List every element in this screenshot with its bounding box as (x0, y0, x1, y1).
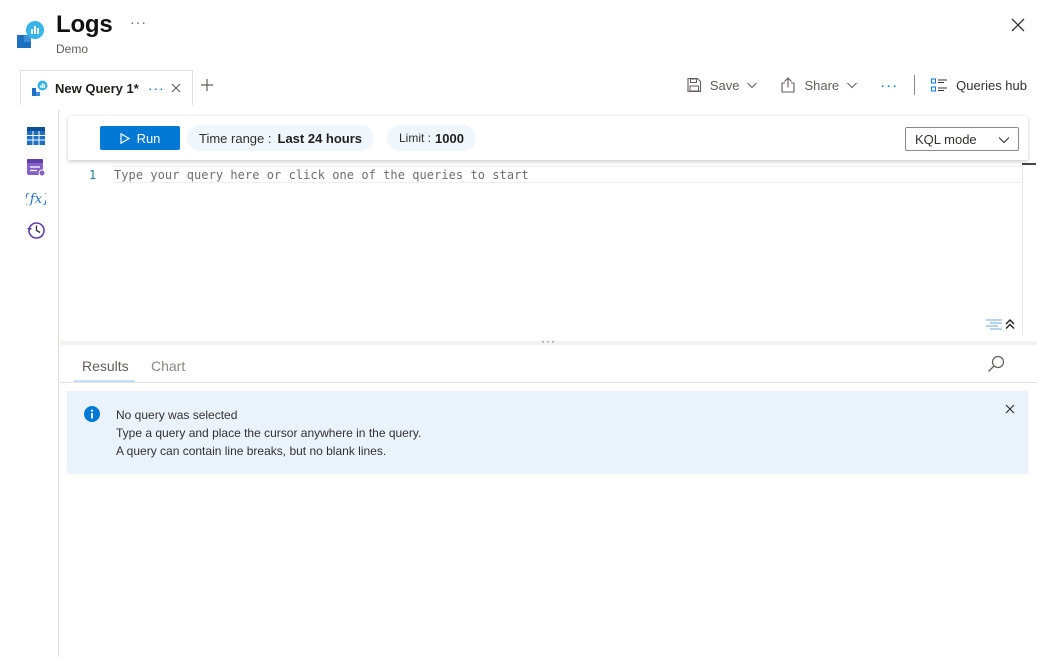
time-range-value: Last 24 hours (277, 130, 363, 146)
info-line: Type a query and place the cursor anywhe… (116, 426, 422, 440)
save-icon (687, 77, 701, 93)
save-label: Save (709, 77, 740, 93)
queries-hub-icon (931, 78, 948, 91)
page-title: Logs (56, 11, 113, 38)
queries-hub-label: Queries hub (956, 77, 1027, 93)
active-tab-indicator (74, 380, 135, 382)
close-icon[interactable] (1005, 404, 1015, 414)
query-command-bar: Run Time range : Last 24 hours Limit : 1… (68, 116, 1028, 160)
tables-icon[interactable] (26, 126, 46, 146)
limit-value: 1000 (435, 130, 464, 146)
overview-ruler-marker (1022, 163, 1036, 165)
page-subtitle: Demo (56, 42, 89, 56)
svg-text:{fx}: {fx} (26, 192, 46, 207)
log-analytics-icon (17, 21, 44, 48)
line-number: 1 (89, 168, 97, 182)
editor-scrollbar[interactable] (1022, 160, 1023, 335)
queries-hub-button[interactable]: Queries hub (931, 78, 1027, 93)
time-range-prefix: Time range : (199, 130, 272, 146)
share-icon (781, 77, 796, 93)
save-button[interactable]: Save (686, 77, 759, 93)
close-icon[interactable] (1009, 16, 1027, 34)
run-label: Run (136, 130, 161, 146)
editor-corner-controls (985, 318, 1015, 330)
queries-icon[interactable] (26, 157, 46, 177)
chevron-down-icon (747, 82, 758, 89)
info-message-bar: No query was selected Type a query and p… (67, 391, 1028, 474)
title-more-button[interactable]: ··· (130, 14, 147, 30)
tab-results[interactable]: Results (82, 358, 129, 374)
add-tab-icon[interactable] (200, 78, 214, 92)
left-rail: {fx} (0, 110, 59, 657)
limit-picker[interactable]: Limit : 1000 (387, 125, 476, 151)
tab-close-icon[interactable] (171, 83, 181, 93)
info-title: No query was selected (116, 408, 238, 422)
info-line: A query can contain line breaks, but no … (116, 444, 387, 458)
kql-mode-value: KQL mode (915, 131, 977, 147)
kql-mode-dropdown[interactable]: KQL mode (905, 127, 1019, 151)
toolbar-divider (914, 75, 916, 95)
tab-label: New Query 1* (55, 80, 139, 96)
query-tab-icon (32, 80, 48, 96)
collapse-editor-icon[interactable] (1005, 318, 1015, 330)
limit-prefix: Limit : (399, 131, 432, 145)
format-query-icon[interactable] (985, 318, 1003, 330)
time-range-picker[interactable]: Time range : Last 24 hours (187, 125, 375, 151)
share-button[interactable]: Share (780, 77, 858, 93)
run-button[interactable]: Run (100, 126, 180, 150)
functions-icon[interactable]: {fx} (26, 188, 46, 208)
query-editor-area: Run Time range : Last 24 hours Limit : 1… (60, 110, 1037, 342)
history-icon[interactable] (26, 220, 46, 240)
tab-new-query-1[interactable]: New Query 1* ··· (20, 70, 193, 106)
tab-more-button[interactable]: ··· (148, 80, 165, 96)
chevron-down-icon (847, 82, 858, 89)
info-icon (84, 406, 100, 422)
play-icon (119, 132, 130, 144)
share-label: Share (804, 77, 840, 93)
tab-chart[interactable]: Chart (151, 358, 185, 374)
query-toolbar: Save Share ··· Queries hub (686, 74, 1027, 96)
query-placeholder: Type your query here or click one of the… (114, 168, 529, 182)
results-tabs: Results Chart (60, 345, 1037, 383)
chevron-down-icon (998, 137, 1010, 144)
toolbar-more-button[interactable]: ··· (880, 77, 898, 94)
search-icon[interactable] (987, 355, 1005, 373)
